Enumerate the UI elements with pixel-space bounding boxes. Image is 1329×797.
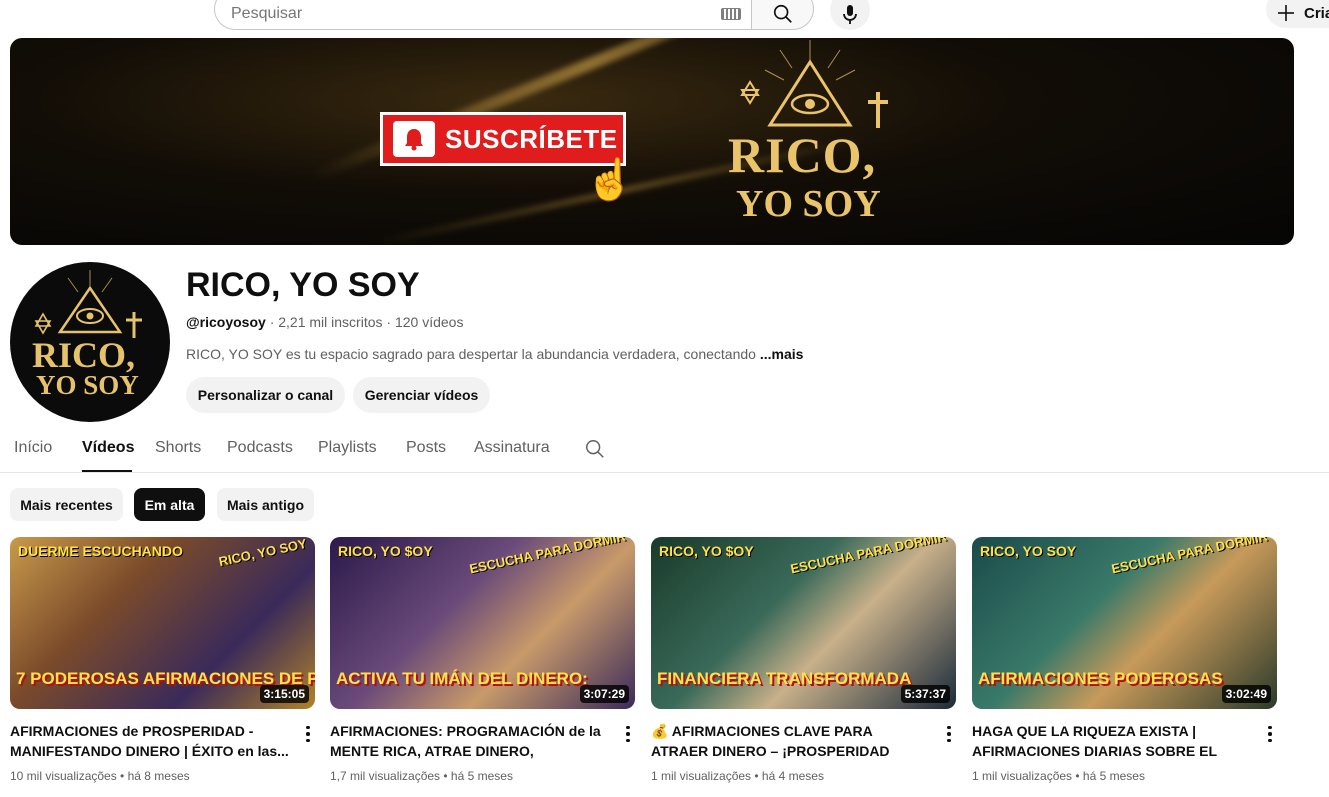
video-card[interactable]: DUERME ESCUCHANDO RICO, YO SOY 7 PODEROS… <box>10 537 316 783</box>
meta-separator: · <box>269 314 275 330</box>
more-options-icon[interactable] <box>620 722 636 746</box>
banner-logo: RICO, YO SOY <box>720 40 900 240</box>
video-title[interactable]: HAGA QUE LA RIQUEZA EXISTA | AFIRMACIONE… <box>972 721 1252 761</box>
thumbnail-overlay-text: RICO, YO SOY <box>980 543 1077 559</box>
thumbnail-overlay-text: FINANCIERA TRANSFORMADA <box>657 669 912 688</box>
thumbnail-overlay-text: ESCUCHA PARA DORMIR <box>1110 537 1269 577</box>
description-more-link[interactable]: ...mais <box>760 346 804 362</box>
video-duration: 3:15:05 <box>259 685 309 703</box>
video-thumbnail[interactable]: DUERME ESCUCHANDO RICO, YO SOY 7 PODEROS… <box>10 537 315 709</box>
thumbnail-overlay-text: ESCUCHA PARA DORMIR <box>789 537 948 577</box>
thumbnail-overlay-text: RICO, YO $OY <box>338 543 433 559</box>
chip-popular[interactable]: Em alta <box>134 488 205 521</box>
video-age: há 4 meses <box>761 769 824 783</box>
subscriber-count: 2,21 mil inscritos <box>278 314 383 330</box>
voice-search-button[interactable] <box>830 0 870 30</box>
video-views: 1 mil visualizações <box>651 769 752 783</box>
thumbnail-overlay-text: ACTIVA TU IMÁN DEL DINERO: <box>336 669 588 688</box>
video-meta: 10 mil visualizações • há 8 meses <box>10 769 190 783</box>
manage-videos-button[interactable]: Gerenciar vídeos <box>353 377 490 413</box>
search-icon <box>773 4 792 23</box>
chip-latest[interactable]: Mais recentes <box>10 488 123 521</box>
channel-banner: SUSCRÍBETE ☝ RICO, YO SOY <box>10 38 1294 245</box>
video-thumbnail[interactable]: RICO, YO $OY ESCUCHA PARA DORMIR ACTIVA … <box>330 537 635 709</box>
plus-icon <box>1278 5 1294 21</box>
tab-membership[interactable]: Assinatura <box>474 439 550 457</box>
channel-tabs: Início Vídeos Shorts Podcasts Playlists … <box>0 424 1329 473</box>
video-duration: 3:07:29 <box>579 685 629 703</box>
search-icon[interactable] <box>584 438 606 460</box>
create-button[interactable]: Criar <box>1266 0 1329 28</box>
video-age: há 5 meses <box>1082 769 1145 783</box>
video-thumbnail[interactable]: RICO, YO SOY ESCUCHA PARA DORMIR AFIRMAC… <box>972 537 1277 709</box>
thumbnail-overlay-text: ESCUCHA PARA DORMIR <box>468 537 627 577</box>
video-card[interactable]: RICO, YO $OY ESCUCHA PARA DORMIR FINANCI… <box>651 537 957 783</box>
video-duration: 5:37:37 <box>900 685 950 703</box>
thumbnail-overlay-text: RICO, YO $OY <box>659 543 754 559</box>
channel-avatar[interactable]: RICO, YO SOY <box>10 262 170 422</box>
tab-posts[interactable]: Posts <box>406 439 446 457</box>
avatar-line2: YO SOY <box>36 370 139 400</box>
tab-shorts[interactable]: Shorts <box>155 439 201 457</box>
banner-logo-line2: YO SOY <box>736 183 881 225</box>
video-thumbnail[interactable]: RICO, YO $OY ESCUCHA PARA DORMIR FINANCI… <box>651 537 956 709</box>
video-meta: 1,7 mil visualizações • há 5 meses <box>330 769 513 783</box>
channel-description[interactable]: RICO, YO SOY es tu espacio sagrado para … <box>186 346 803 362</box>
eye-triangle-icon <box>740 40 888 128</box>
video-views: 1,7 mil visualizações <box>330 769 441 783</box>
keyboard-icon[interactable] <box>721 8 741 20</box>
channel-meta: @ricoyosoy · 2,21 mil inscritos · 120 ví… <box>186 314 463 330</box>
search-placeholder: Pesquisar <box>231 5 303 22</box>
tab-podcasts[interactable]: Podcasts <box>227 439 293 457</box>
banner-subscribe-text: SUSCRÍBETE <box>445 123 618 154</box>
video-title[interactable]: AFIRMACIONES de PROSPERIDAD - MANIFESTAN… <box>10 721 290 761</box>
pointer-hand-icon: ☝ <box>585 158 635 202</box>
tab-home[interactable]: Início <box>14 439 52 457</box>
channel-name: RICO, YO SOY <box>186 266 420 304</box>
description-text: RICO, YO SOY es tu espacio sagrado para … <box>186 346 756 362</box>
search-button[interactable] <box>751 0 814 30</box>
thumbnail-overlay-text: DUERME ESCUCHANDO <box>18 543 183 559</box>
banner-logo-line1: RICO, <box>728 127 877 183</box>
chip-oldest[interactable]: Mais antigo <box>217 488 314 521</box>
video-card[interactable]: RICO, YO $OY ESCUCHA PARA DORMIR ACTIVA … <box>330 537 636 783</box>
channel-handle: @ricoyosoy <box>186 314 266 330</box>
video-age: há 8 meses <box>127 769 190 783</box>
meta-separator: · <box>386 314 392 330</box>
more-options-icon[interactable] <box>300 722 316 746</box>
microphone-icon <box>843 5 857 24</box>
video-views: 10 mil visualizações <box>10 769 117 783</box>
video-title[interactable]: 💰 AFIRMACIONES CLAVE PARA ATRAER DINERO … <box>651 721 931 761</box>
more-options-icon[interactable] <box>941 722 957 746</box>
thumbnail-overlay-text: AFIRMACIONES PODEROSAS <box>978 669 1223 688</box>
create-label: Criar <box>1304 4 1329 22</box>
video-age: há 5 meses <box>450 769 513 783</box>
tab-playlists[interactable]: Playlists <box>318 439 377 457</box>
active-tab-indicator <box>82 470 132 472</box>
video-duration: 3:02:49 <box>1221 685 1271 703</box>
search-input[interactable]: Pesquisar <box>214 0 751 30</box>
customize-channel-button[interactable]: Personalizar o canal <box>186 377 345 413</box>
thumbnail-overlay-text: RICO, YO SOY <box>217 537 308 570</box>
video-meta: 1 mil visualizações • há 5 meses <box>972 769 1145 783</box>
video-count: 120 vídeos <box>394 314 464 330</box>
video-views: 1 mil visualizações <box>972 769 1073 783</box>
video-card[interactable]: RICO, YO SOY ESCUCHA PARA DORMIR AFIRMAC… <box>972 537 1278 783</box>
video-title[interactable]: AFIRMACIONES: PROGRAMACIÓN de la MENTE R… <box>330 721 610 761</box>
tab-videos[interactable]: Vídeos <box>82 439 134 457</box>
bell-icon <box>393 121 435 157</box>
more-options-icon[interactable] <box>1262 722 1278 746</box>
video-meta: 1 mil visualizações • há 4 meses <box>651 769 824 783</box>
